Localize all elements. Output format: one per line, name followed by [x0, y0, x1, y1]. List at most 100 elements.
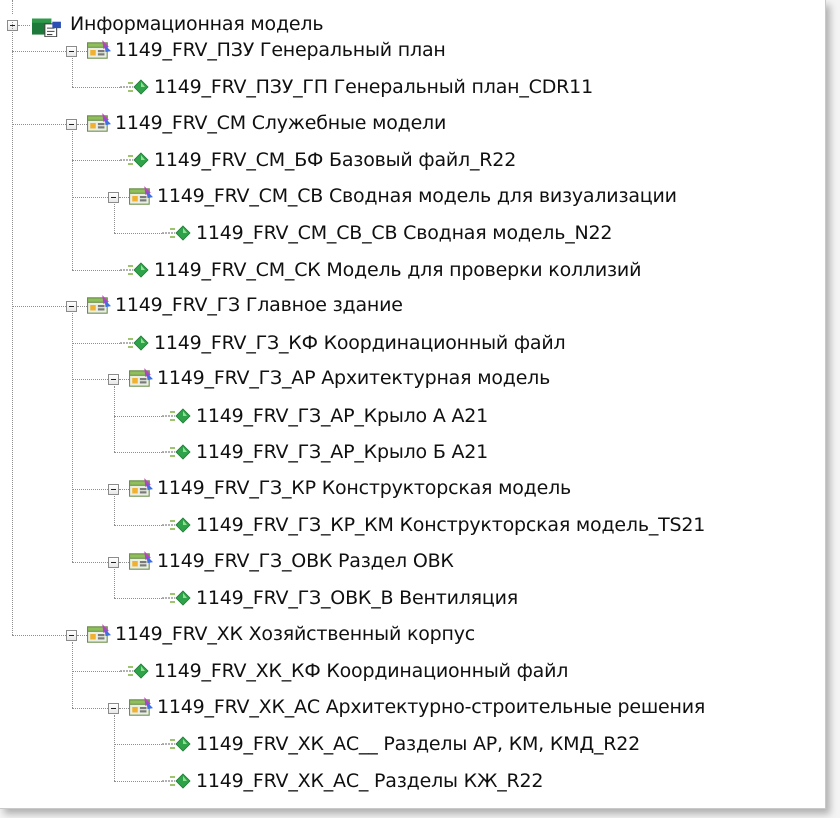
tree-group-node[interactable]: 1149_FRV_СМ_СВ Сводная модель для визуал…: [0, 179, 825, 215]
tree-connector-line: [72, 160, 122, 161]
collapse-toggle-icon[interactable]: [108, 556, 119, 568]
tree-node-label: 1149_FRV_ГЗ_ОВК Раздел ОВК: [157, 549, 454, 572]
collapse-toggle-icon[interactable]: [66, 301, 77, 312]
tree-file-node[interactable]: 1149_FRV_ГЗ_АР_Крыло Б А21: [0, 434, 825, 470]
tree-connector-line: [72, 342, 122, 344]
collapse-toggle-icon[interactable]: [66, 629, 77, 641]
tree-node-label: 1149_FRV_ГЗ Главное здание: [115, 294, 403, 316]
tree-connector-line: [119, 561, 129, 563]
tree-connector-line: [72, 269, 122, 271]
tree-group-node[interactable]: 1149_FRV_ГЗ_АР Архитектурная модель: [0, 361, 825, 397]
tree-connector-line: [114, 233, 164, 234]
tree-group-node[interactable]: 1149_FRV_ГЗ_КР Конструкторская модель: [0, 471, 825, 507]
model-file-icon: [162, 590, 192, 610]
model-group-icon: [87, 624, 111, 648]
tree-connector-line: [72, 707, 108, 709]
tree-group-node[interactable]: 1149_FRV_ПЗУ Генеральный план: [0, 33, 825, 69]
model-group-icon: [87, 295, 111, 319]
tree-connector-line: [12, 634, 66, 636]
tree-file-node[interactable]: 1149_FRV_СМ_СК Модель для проверки колли…: [0, 252, 825, 288]
model-file-icon: [162, 225, 192, 245]
tree-connector-line: [12, 50, 66, 52]
tree-node-label: 1149_FRV_СМ Служебные модели: [115, 111, 447, 134]
collapse-toggle-icon[interactable]: [66, 118, 77, 130]
collapse-toggle-icon[interactable]: [108, 483, 119, 495]
collapse-toggle-icon[interactable]: [108, 191, 119, 203]
tree-connector-line: [72, 196, 108, 198]
tree-file-node[interactable]: 1149_FRV_СМ_СВ_СВ Сводная модель_N22: [0, 215, 825, 251]
model-group-icon: [129, 551, 153, 575]
model-file-icon: [162, 773, 192, 793]
tree-node-label: 1149_FRV_ГЗ_КР_КМ Конструкторская модель…: [196, 514, 706, 536]
tree-file-node[interactable]: 1149_FRV_ГЗ_АР_Крыло А А21: [0, 398, 825, 434]
tree-connector-line: [114, 386, 115, 452]
tree-connector-line: [12, 306, 66, 307]
tree-node-label: 1149_FRV_ПЗУ Генеральный план: [115, 38, 446, 61]
collapse-toggle-icon[interactable]: [108, 374, 119, 385]
model-file-icon: [162, 736, 192, 756]
tree-connector-line: [114, 568, 115, 598]
tree-connector-line: [77, 123, 87, 125]
tree-node-label: 1149_FRV_ГЗ_КФ Координационный файл: [154, 331, 566, 354]
tree-connector-line: [77, 634, 87, 636]
tree-connector-line: [114, 714, 115, 781]
tree-node-label: 1149_FRV_СМ_СВ Сводная модель для визуал…: [157, 184, 677, 207]
model-group-icon: [129, 478, 153, 502]
tree-connector-line: [18, 25, 30, 26]
collapse-toggle-icon[interactable]: [66, 45, 77, 57]
tree-file-node[interactable]: 1149_FRV_ХК_КФ Координационный файл: [0, 653, 825, 689]
tree-group-node[interactable]: 1149_FRV_СМ Служебные модели: [0, 106, 825, 142]
tree-connector-line: [114, 495, 115, 525]
tree-connector-line: [114, 415, 164, 417]
tree-node-label: 1149_FRV_ГЗ_АР_Крыло Б А21: [196, 441, 489, 463]
tree-connector-line: [72, 313, 73, 562]
tree-connector-line: [72, 130, 73, 270]
tree-connector-line: [72, 488, 108, 490]
tree-panel: Информационная модель 1149_FRV_ПЗУ Генера…: [0, 0, 826, 809]
collapse-toggle-icon[interactable]: [108, 702, 119, 714]
tree-node-label: 1149_FRV_СМ_СВ_СВ Сводная модель_N22: [196, 222, 613, 244]
model-group-icon: [129, 368, 153, 392]
tree-connector-line: [119, 488, 129, 490]
tree-connector-line: [114, 203, 115, 233]
tree-connector-line: [114, 452, 164, 453]
tree-file-node[interactable]: 1149_FRV_ХК_АС__ Разделы АР, КМ, КМД_R22: [0, 726, 825, 762]
tree-connector-line: [72, 57, 73, 87]
tree-file-node[interactable]: 1149_FRV_ПЗУ_ГП Генеральный план_CDR11: [0, 69, 825, 105]
tree-file-node[interactable]: 1149_FRV_ГЗ_ОВК_В Вентиляция: [0, 580, 825, 616]
model-group-icon: [129, 697, 153, 721]
tree-group-node[interactable]: 1149_FRV_ХК_АС Архитектурно-строительные…: [0, 690, 825, 726]
model-file-icon: [120, 152, 150, 172]
model-group-icon: [87, 40, 111, 64]
tree-node-label: 1149_FRV_ГЗ_АР_Крыло А А21: [196, 404, 489, 427]
tree-connector-line: [72, 561, 108, 563]
tree-node-label: 1149_FRV_ГЗ_ОВК_В Вентиляция: [196, 587, 519, 609]
tree-node-label: 1149_FRV_ХК_АС Архитектурно-строительные…: [157, 695, 706, 718]
tree-group-node[interactable]: 1149_FRV_ГЗ_ОВК Раздел ОВК: [0, 544, 825, 580]
tree-connector-line: [114, 780, 164, 782]
model-file-icon: [162, 408, 192, 428]
tree-connector-line: [72, 671, 122, 672]
tree-file-node[interactable]: 1149_FRV_ГЗ_КР_КМ Конструкторская модель…: [0, 507, 825, 543]
tree-node-label: 1149_FRV_ХК Хозяйственный корпус: [115, 622, 476, 645]
tree-connector-line: [72, 641, 73, 708]
tree-connector-line: [72, 379, 108, 380]
tree-node-label: 1149_FRV_СМ_СК Модель для проверки колли…: [154, 258, 642, 281]
tree-node-label: 1149_FRV_ПЗУ_ГП Генеральный план_CDR11: [154, 76, 593, 98]
tree-connector-line: [119, 707, 129, 709]
tree-connector-line: [114, 598, 164, 599]
tree-group-node[interactable]: 1149_FRV_ГЗ Главное здание: [0, 288, 825, 324]
tree-group-node[interactable]: 1149_FRV_ХК Хозяйственный корпус: [0, 617, 825, 653]
tree-node-label: 1149_FRV_ГЗ_АР Архитектурная модель: [157, 367, 551, 389]
tree-file-node[interactable]: 1149_FRV_ХК_АС_ Разделы КЖ_R22: [0, 763, 825, 799]
tree-connector-line: [72, 87, 122, 88]
tree-file-node[interactable]: 1149_FRV_СМ_БФ Базовый файл_R22: [0, 142, 825, 178]
tree-node-label: 1149_FRV_ХК_АС__ Разделы АР, КМ, КМД_R22: [196, 733, 641, 755]
tree-connector-line: [12, 22, 13, 635]
tree-file-node[interactable]: 1149_FRV_ГЗ_КФ Координационный файл: [0, 325, 825, 361]
tree-connector-line: [114, 744, 164, 745]
model-group-icon: [87, 113, 111, 137]
model-file-icon: [120, 335, 150, 355]
model-file-icon: [120, 262, 150, 282]
tree-connector-line: [77, 306, 87, 307]
